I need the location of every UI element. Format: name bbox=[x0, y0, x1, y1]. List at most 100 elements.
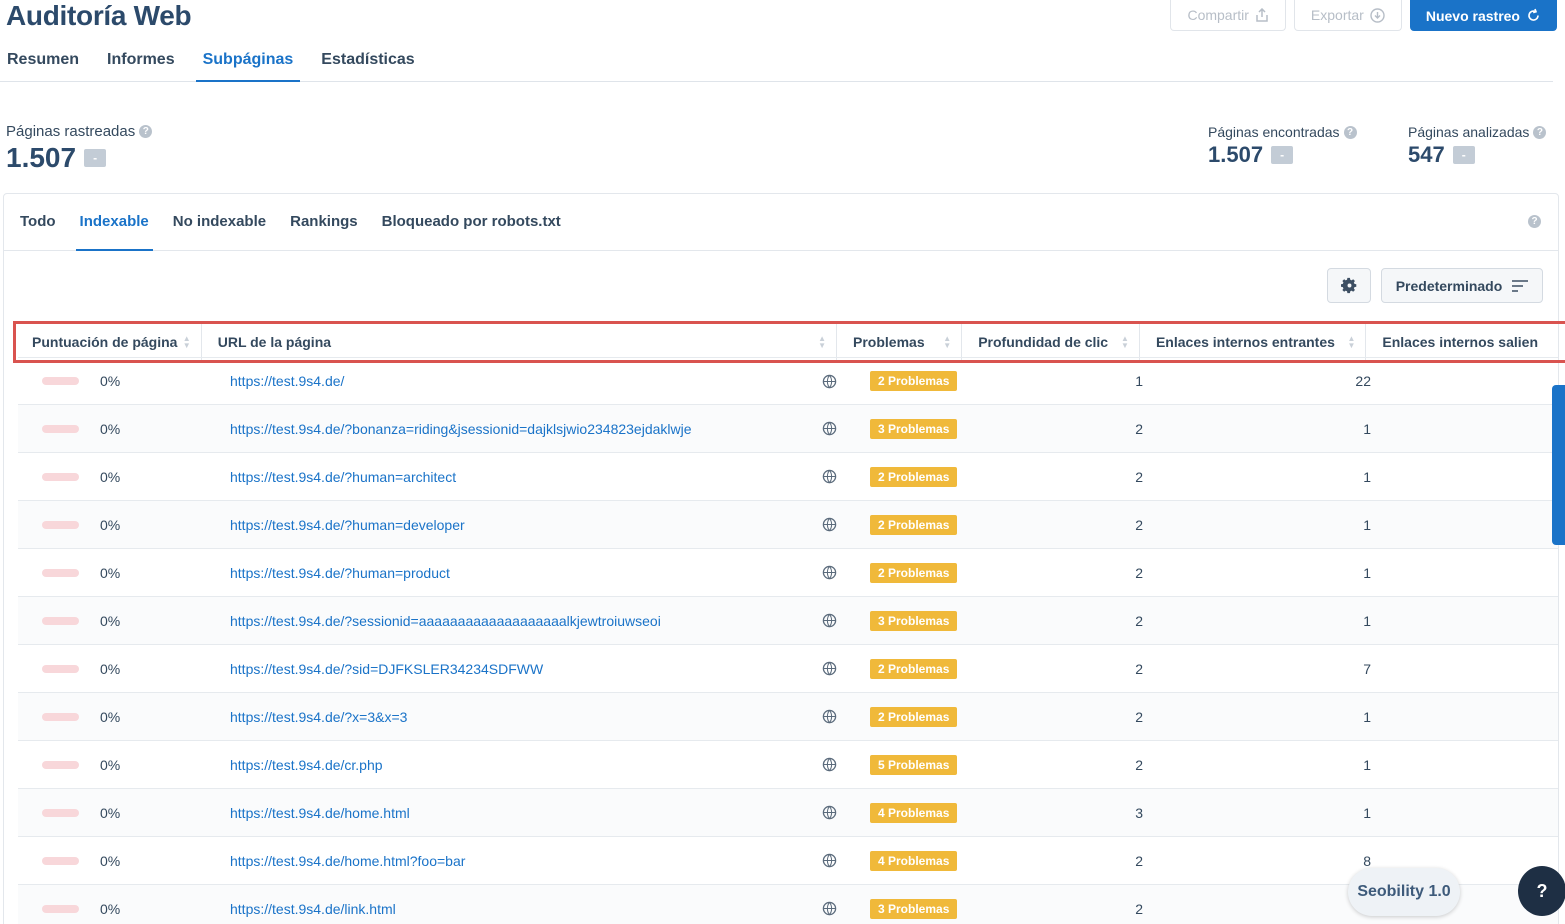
column-header-score[interactable]: Puntuación de página ▲ ▼ bbox=[16, 324, 202, 360]
sub-tabs: Todo Indexable No indexable Rankings Blo… bbox=[4, 194, 1558, 251]
url-link[interactable]: https://test.9s4.de/?sessionid=aaaaaaaaa… bbox=[230, 613, 661, 629]
table-row: 0% https://test.9s4.de/?bonanza=riding&j… bbox=[18, 405, 1558, 453]
help-icon[interactable]: ? bbox=[1528, 215, 1541, 228]
click-depth: 1 bbox=[1135, 373, 1143, 389]
score-value: 0% bbox=[100, 373, 121, 389]
click-depth: 2 bbox=[1135, 468, 1143, 485]
url-link[interactable]: https://test.9s4.de/?x=3&x=3 bbox=[230, 709, 407, 725]
globe-icon[interactable] bbox=[822, 374, 837, 389]
score-bar bbox=[42, 904, 79, 913]
sort-lines-icon bbox=[1512, 279, 1529, 292]
url-link[interactable]: https://test.9s4.de/?human=developer bbox=[230, 517, 465, 533]
stat-analyzed-badge: - bbox=[1452, 146, 1475, 164]
stat-found: Páginas encontradas? 1.507- bbox=[1208, 124, 1357, 168]
inbound-links: 1 bbox=[1363, 804, 1371, 821]
feedback-side-tab[interactable] bbox=[1552, 385, 1565, 545]
globe-icon[interactable] bbox=[822, 805, 837, 820]
score-bar bbox=[42, 520, 79, 529]
new-crawl-button[interactable]: Nuevo rastreo bbox=[1409, 0, 1557, 31]
globe-icon[interactable] bbox=[822, 853, 837, 868]
default-sort-button[interactable]: Predeterminado bbox=[1381, 268, 1543, 303]
sort-icon: ▲ ▼ bbox=[1121, 334, 1129, 350]
problems-badge[interactable]: 2 Problemas bbox=[870, 658, 958, 679]
export-button[interactable]: Exportar bbox=[1293, 0, 1402, 31]
globe-icon[interactable] bbox=[822, 757, 837, 772]
tab-resumen[interactable]: Resumen bbox=[0, 44, 86, 82]
click-depth: 2 bbox=[1135, 708, 1143, 725]
subtab-indexable[interactable]: Indexable bbox=[75, 194, 153, 251]
table-row: 0% https://test.9s4.de/ 2 Problemas 1 22 bbox=[18, 357, 1558, 405]
stat-crawled: Páginas rastreadas? 1.507- bbox=[6, 123, 153, 174]
url-link[interactable]: https://test.9s4.de/cr.php bbox=[230, 757, 383, 773]
table-row: 0% https://test.9s4.de/?x=3&x=3 2 Proble… bbox=[18, 693, 1558, 741]
help-icon[interactable]: ? bbox=[1343, 125, 1357, 139]
problems-badge[interactable]: 3 Problemas bbox=[870, 418, 958, 439]
settings-button[interactable] bbox=[1327, 268, 1371, 303]
share-button[interactable]: Compartir bbox=[1170, 0, 1286, 31]
inbound-links: 1 bbox=[1363, 564, 1371, 581]
globe-icon[interactable] bbox=[822, 901, 837, 916]
problems-badge[interactable]: 3 Problemas bbox=[870, 898, 958, 919]
main-tabs: Resumen Informes Subpáginas Estadísticas bbox=[0, 44, 1553, 82]
column-header-label: URL de la página bbox=[217, 334, 332, 350]
problems-badge[interactable]: 3 Problemas bbox=[870, 610, 958, 631]
tab-subpaginas[interactable]: Subpáginas bbox=[195, 44, 301, 82]
column-header-url[interactable]: URL de la página ▲ ▼ bbox=[202, 324, 838, 360]
tab-estadisticas[interactable]: Estadísticas bbox=[314, 44, 421, 82]
problems-badge[interactable]: 4 Problemas bbox=[870, 802, 958, 823]
problems-badge[interactable]: 4 Problemas bbox=[870, 850, 958, 871]
problems-badge[interactable]: 2 Problemas bbox=[870, 706, 958, 727]
table-row: 0% https://test.9s4.de/home.html?foo=bar… bbox=[18, 837, 1558, 885]
globe-icon[interactable] bbox=[822, 469, 837, 484]
subtab-todo[interactable]: Todo bbox=[16, 194, 60, 251]
globe-icon[interactable] bbox=[822, 565, 837, 580]
subtab-rankings[interactable]: Rankings bbox=[286, 194, 362, 251]
column-header-label: Enlaces internos entrantes bbox=[1155, 334, 1335, 350]
score-value: 0% bbox=[100, 564, 121, 581]
url-link[interactable]: https://test.9s4.de/home.html bbox=[230, 805, 410, 821]
problems-badge[interactable]: 2 Problemas bbox=[870, 562, 958, 583]
problems-badge[interactable]: 2 Problemas bbox=[870, 466, 958, 487]
globe-icon[interactable] bbox=[822, 661, 837, 676]
score-bar bbox=[42, 808, 79, 817]
table-row: 0% https://test.9s4.de/?sid=DJFKSLER3423… bbox=[18, 645, 1558, 693]
score-value: 0% bbox=[100, 852, 121, 869]
stat-crawled-label: Páginas rastreadas bbox=[6, 123, 136, 140]
problems-badge[interactable]: 2 Problemas bbox=[870, 371, 958, 391]
url-link[interactable]: https://test.9s4.de/link.html bbox=[230, 901, 396, 917]
column-header-inbound-links[interactable]: Enlaces internos entrantes ▲ ▼ bbox=[1140, 324, 1367, 360]
column-header-label: Problemas bbox=[853, 334, 925, 350]
top-actions: Compartir Exportar Nuevo rastreo bbox=[1170, 0, 1557, 31]
globe-icon[interactable] bbox=[822, 421, 837, 436]
url-link[interactable]: https://test.9s4.de/?human=architect bbox=[230, 469, 456, 485]
column-header-outbound-links[interactable]: Enlaces internos salien bbox=[1366, 324, 1565, 360]
globe-icon[interactable] bbox=[822, 517, 837, 532]
click-depth: 2 bbox=[1135, 900, 1143, 917]
seobility-version-badge[interactable]: Seobility 1.0 bbox=[1348, 868, 1460, 916]
column-header-problems[interactable]: Problemas ▲ ▼ bbox=[837, 324, 963, 360]
score-bar bbox=[42, 568, 79, 577]
problems-badge[interactable]: 5 Problemas bbox=[870, 754, 958, 775]
url-link[interactable]: https://test.9s4.de/ bbox=[230, 373, 344, 389]
stat-crawled-value: 1.507 bbox=[6, 142, 77, 173]
table-row: 0% https://test.9s4.de/?human=product 2 … bbox=[18, 549, 1558, 597]
click-depth: 2 bbox=[1135, 564, 1143, 581]
subtab-no-indexable[interactable]: No indexable bbox=[169, 194, 270, 251]
help-button[interactable]: ? bbox=[1518, 866, 1565, 916]
globe-icon[interactable] bbox=[822, 709, 837, 724]
url-link[interactable]: https://test.9s4.de/?sid=DJFKSLER34234SD… bbox=[230, 661, 543, 677]
inbound-links: 1 bbox=[1363, 612, 1371, 629]
table-row: 0% https://test.9s4.de/home.html 4 Probl… bbox=[18, 789, 1558, 837]
score-bar bbox=[42, 472, 79, 481]
problems-badge[interactable]: 2 Problemas bbox=[870, 514, 958, 535]
globe-icon[interactable] bbox=[822, 613, 837, 628]
column-header-depth[interactable]: Profundidad de clic ▲ ▼ bbox=[962, 324, 1140, 360]
score-value: 0% bbox=[100, 468, 121, 485]
tab-informes[interactable]: Informes bbox=[100, 44, 182, 82]
url-link[interactable]: https://test.9s4.de/home.html?foo=bar bbox=[230, 853, 465, 869]
help-icon[interactable]: ? bbox=[139, 125, 153, 138]
help-icon[interactable]: ? bbox=[1533, 125, 1547, 139]
subtab-robots[interactable]: Bloqueado por robots.txt bbox=[378, 194, 565, 251]
url-link[interactable]: https://test.9s4.de/?bonanza=riding&jses… bbox=[230, 421, 692, 437]
url-link[interactable]: https://test.9s4.de/?human=product bbox=[230, 565, 450, 581]
